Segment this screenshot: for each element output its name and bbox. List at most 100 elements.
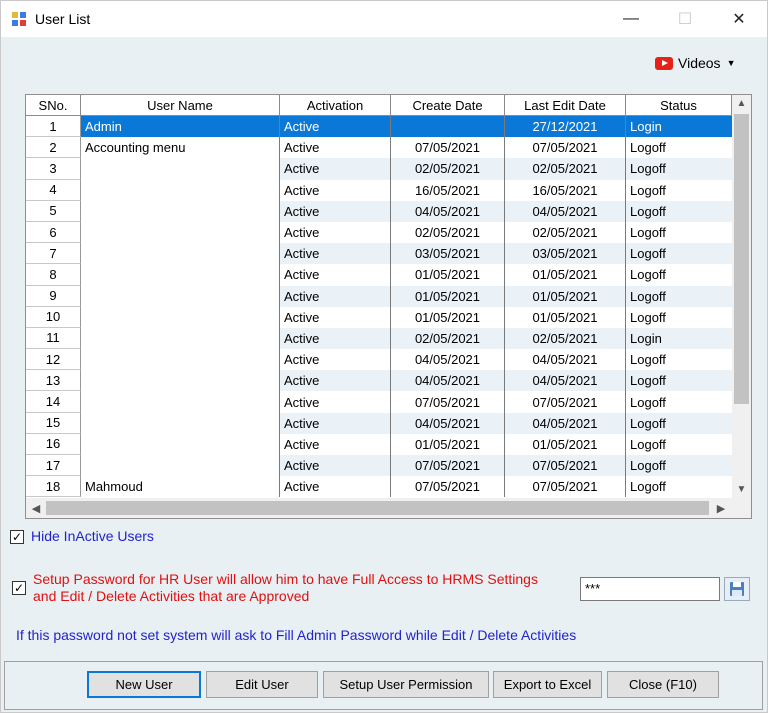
table-row[interactable]: 3 Active 02/05/2021 02/05/2021 Logoff	[26, 158, 732, 180]
table-row[interactable]: 16 Active 01/05/2021 01/05/2021 Logoff	[26, 433, 732, 455]
table-row[interactable]: 15 Active 04/05/2021 04/05/2021 Logoff	[26, 412, 732, 434]
cell-sno[interactable]: 13	[26, 370, 81, 392]
table-row[interactable]: 18 Mahmoud Active 07/05/2021 07/05/2021 Logof…	[26, 476, 732, 498]
cell-sno[interactable]: 11	[26, 327, 81, 350]
hr-password-input[interactable]: ***	[580, 577, 720, 601]
table-row[interactable]: 12 Active 04/05/2021 04/05/2021 Logoff	[26, 349, 732, 371]
cell-last-edit-date[interactable]: 07/05/2021	[505, 137, 626, 159]
cell-user-name[interactable]	[81, 306, 280, 328]
cell-activation[interactable]: Active	[280, 391, 391, 413]
cell-create-date[interactable]: 04/05/2021	[391, 349, 505, 371]
hide-inactive-checkbox[interactable]: ✓	[10, 530, 24, 544]
cell-activation[interactable]: Active	[280, 349, 391, 371]
cell-last-edit-date[interactable]: 27/12/2021	[505, 116, 626, 138]
minimize-button[interactable]: —	[605, 1, 657, 37]
cell-user-name[interactable]	[81, 179, 280, 201]
export-to-excel-button[interactable]: Export to Excel	[493, 671, 602, 698]
cell-status[interactable]: Logoff	[626, 476, 732, 497]
cell-status[interactable]: Logoff	[626, 349, 732, 370]
cell-last-edit-date[interactable]: 04/05/2021	[505, 370, 626, 392]
table-row[interactable]: 5 Active 04/05/2021 04/05/2021 Logoff	[26, 200, 732, 222]
videos-dropdown[interactable]: Videos ▼	[655, 53, 735, 73]
cell-create-date[interactable]: 07/05/2021	[391, 137, 505, 159]
cell-activation[interactable]: Active	[280, 116, 391, 138]
cell-create-date[interactable]: 04/05/2021	[391, 412, 505, 434]
cell-last-edit-date[interactable]: 07/05/2021	[505, 455, 626, 477]
hr-password-checkbox[interactable]: ✓	[12, 581, 26, 595]
cell-last-edit-date[interactable]: 01/05/2021	[505, 433, 626, 455]
cell-create-date[interactable]: 16/05/2021	[391, 179, 505, 201]
cell-status[interactable]: Logoff	[626, 434, 732, 455]
table-row[interactable]: 17 Active 07/05/2021 07/05/2021 Logoff	[26, 455, 732, 477]
edit-user-button[interactable]: Edit User	[206, 671, 318, 698]
table-row[interactable]: 4 Active 16/05/2021 16/05/2021 Logoff	[26, 179, 732, 201]
cell-user-name[interactable]	[81, 433, 280, 455]
cell-user-name[interactable]	[81, 243, 280, 265]
cell-last-edit-date[interactable]: 01/05/2021	[505, 285, 626, 307]
hide-inactive-label[interactable]: Hide InActive Users	[31, 528, 154, 544]
cell-create-date[interactable]: 01/05/2021	[391, 285, 505, 307]
cell-user-name[interactable]	[81, 455, 280, 477]
cell-user-name[interactable]: Mahmoud	[81, 476, 280, 498]
cell-user-name[interactable]	[81, 285, 280, 307]
cell-last-edit-date[interactable]: 07/05/2021	[505, 476, 626, 498]
cell-sno[interactable]: 14	[26, 391, 81, 413]
cell-status[interactable]: Logoff	[626, 158, 732, 180]
scroll-up-icon[interactable]: ▲	[732, 95, 751, 112]
cell-activation[interactable]: Active	[280, 179, 391, 201]
cell-create-date[interactable]: 02/05/2021	[391, 158, 505, 180]
cell-activation[interactable]: Active	[280, 306, 391, 328]
cell-status[interactable]: Logoff	[626, 243, 732, 265]
cell-activation[interactable]: Active	[280, 433, 391, 455]
cell-activation[interactable]: Active	[280, 455, 391, 477]
cell-last-edit-date[interactable]: 01/05/2021	[505, 264, 626, 286]
vertical-scroll-thumb[interactable]	[734, 114, 749, 404]
table-row[interactable]: 13 Active 04/05/2021 04/05/2021 Logoff	[26, 370, 732, 392]
user-grid[interactable]: SNo. User Name Activation Create Date La…	[25, 94, 752, 519]
table-row[interactable]: 2 Accounting menu Active 07/05/2021 07/05/20…	[26, 137, 732, 159]
scroll-left-icon[interactable]: ◀	[26, 498, 46, 518]
cell-create-date[interactable]: 01/05/2021	[391, 306, 505, 328]
cell-user-name[interactable]	[81, 200, 280, 222]
cell-activation[interactable]: Active	[280, 327, 391, 350]
cell-status[interactable]: Login	[626, 327, 732, 350]
cell-status[interactable]: Logoff	[626, 180, 732, 201]
cell-activation[interactable]: Active	[280, 285, 391, 307]
cell-sno[interactable]: 3	[26, 158, 81, 180]
cell-sno[interactable]: 8	[26, 264, 81, 286]
table-row[interactable]: 7 Active 03/05/2021 03/05/2021 Logoff	[26, 243, 732, 265]
cell-sno[interactable]: 5	[26, 200, 81, 222]
table-row[interactable]: 8 Active 01/05/2021 01/05/2021 Logoff	[26, 264, 732, 286]
cell-user-name[interactable]: Admin	[81, 116, 280, 138]
cell-last-edit-date[interactable]: 02/05/2021	[505, 158, 626, 180]
cell-user-name[interactable]	[81, 264, 280, 286]
cell-last-edit-date[interactable]: 01/05/2021	[505, 306, 626, 328]
cell-create-date[interactable]: 07/05/2021	[391, 455, 505, 477]
cell-user-name[interactable]	[81, 412, 280, 434]
cell-sno[interactable]: 15	[26, 412, 81, 434]
save-password-button[interactable]	[724, 577, 750, 601]
cell-activation[interactable]: Active	[280, 476, 391, 498]
cell-status[interactable]: Logoff	[626, 455, 732, 477]
cell-sno[interactable]: 12	[26, 349, 81, 371]
cell-status[interactable]: Logoff	[626, 370, 732, 392]
cell-user-name[interactable]	[81, 391, 280, 413]
cell-status[interactable]: Logoff	[626, 412, 732, 434]
cell-activation[interactable]: Active	[280, 137, 391, 159]
cell-user-name[interactable]	[81, 221, 280, 244]
new-user-button[interactable]: New User	[87, 671, 201, 698]
cell-user-name[interactable]	[81, 158, 280, 180]
cell-activation[interactable]: Active	[280, 243, 391, 265]
cell-status[interactable]: Logoff	[626, 285, 732, 307]
column-header-user-name[interactable]: User Name	[81, 95, 280, 116]
scroll-right-icon[interactable]: ▶	[711, 498, 731, 518]
cell-sno[interactable]: 17	[26, 455, 81, 477]
cell-last-edit-date[interactable]: 02/05/2021	[505, 221, 626, 244]
maximize-button[interactable]: ☐	[659, 1, 711, 37]
vertical-scrollbar[interactable]: ▲ ▼	[732, 95, 751, 498]
column-header-create-date[interactable]: Create Date	[391, 95, 505, 116]
table-row[interactable]: 11 Active 02/05/2021 02/05/2021 Login	[26, 327, 732, 350]
cell-sno[interactable]: 10	[26, 306, 81, 328]
cell-create-date[interactable]: 02/05/2021	[391, 327, 505, 350]
scroll-down-icon[interactable]: ▼	[732, 481, 751, 498]
